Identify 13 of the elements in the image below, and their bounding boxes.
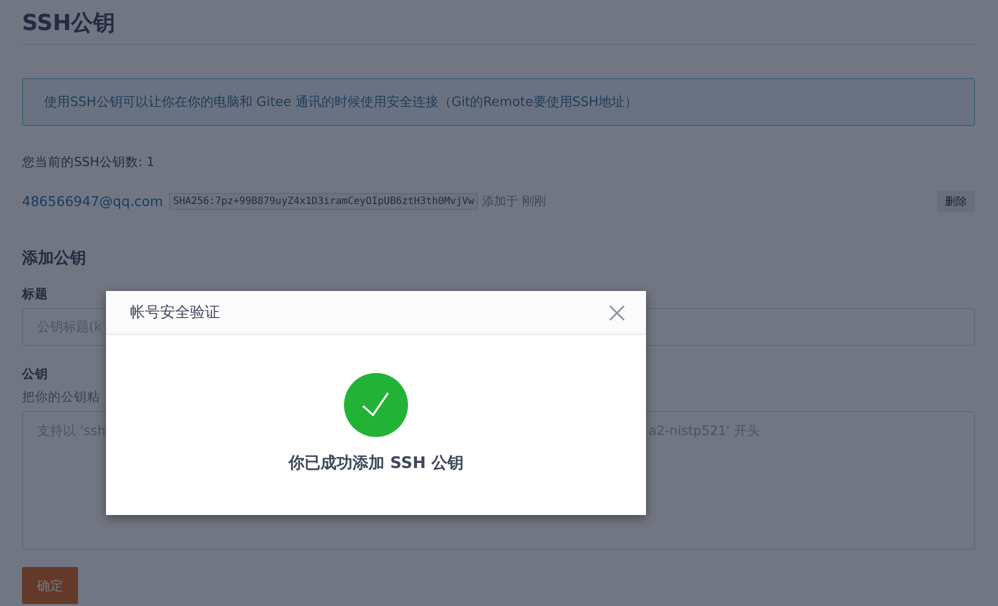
delete-button[interactable]: 删除	[937, 191, 975, 212]
key-email: 486566947@qq.com	[22, 194, 164, 210]
section-heading: 添加公钥	[22, 248, 87, 269]
page-title: SSH公钥	[22, 8, 975, 45]
key-count: 您当前的SSH公钥数: 1	[22, 154, 156, 171]
success-message: 你已成功添加 SSH 公钥	[288, 453, 464, 474]
key-fingerprint: SHA256:7pz+99B879uyZ4x1D3iramCeyOIpUB6ztH3th0MvjVw	[169, 193, 478, 210]
submit-button[interactable]: 确定	[22, 567, 78, 604]
info-notice: 使用SSH公钥可以让你在你的电脑和 Gitee 通讯的时候使用安全连接（Git的Remote要使用SSH地址）	[22, 78, 975, 126]
field-label: 公钥	[22, 366, 49, 383]
field-label: 标题	[22, 286, 49, 303]
dialog-title: 帐号安全验证	[130, 303, 220, 322]
close-button[interactable]	[608, 304, 626, 322]
